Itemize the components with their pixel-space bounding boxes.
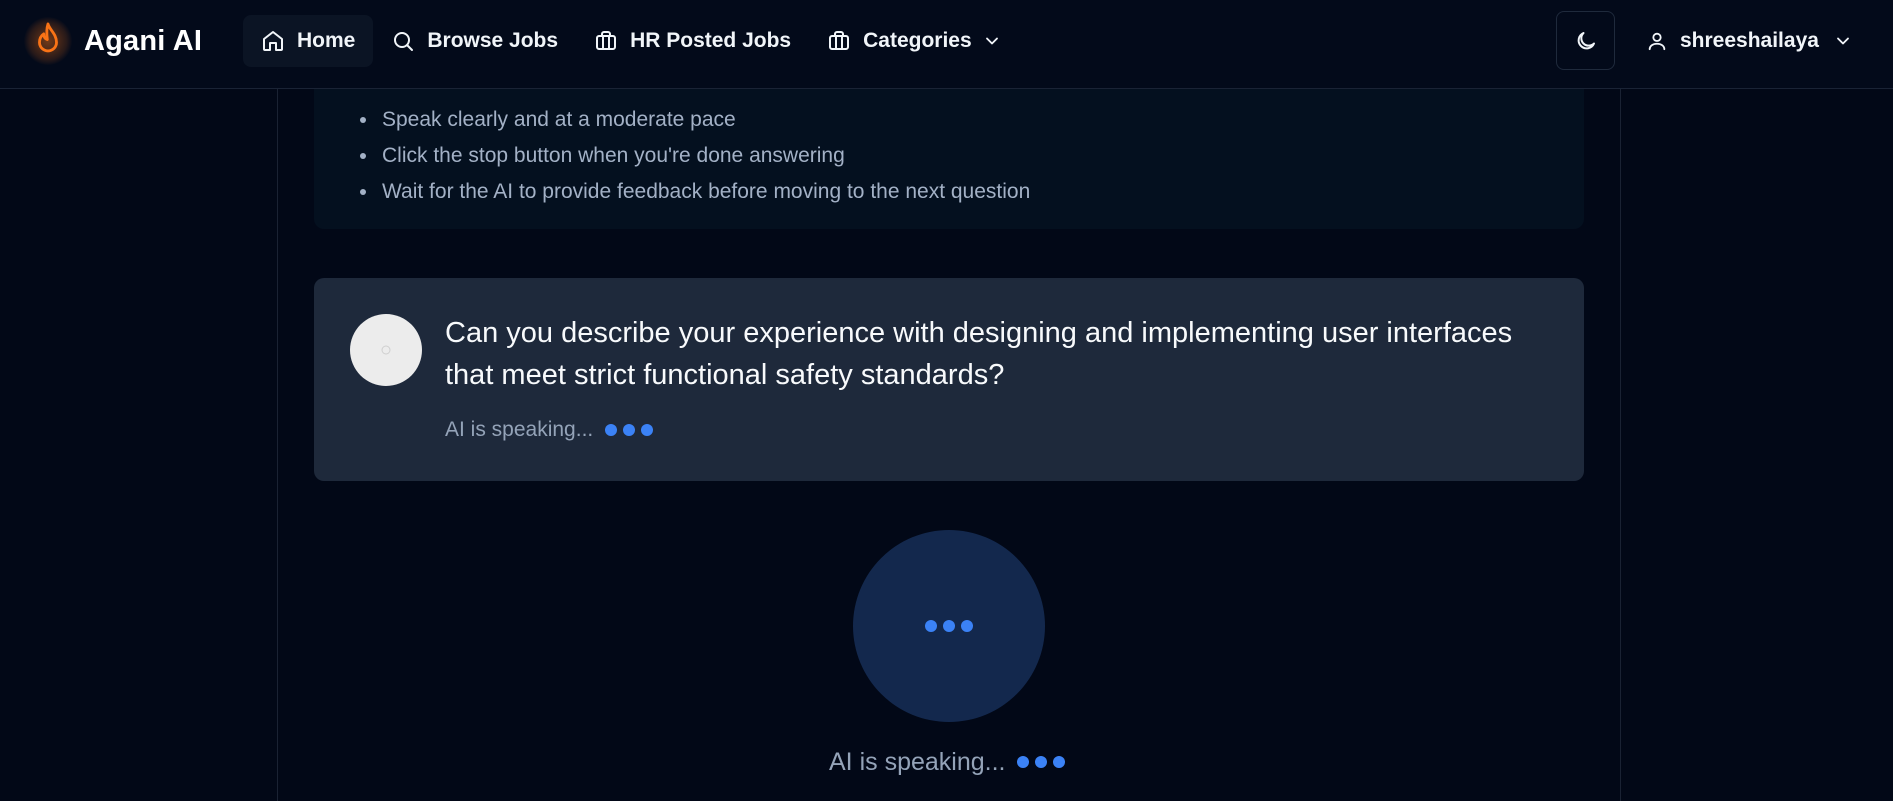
nav-home[interactable]: Home [243,15,374,67]
chevron-down-icon [1837,37,1849,45]
top-navbar: Agani AI Home Browse Jobs HR Posted Jobs… [0,0,1893,89]
moon-icon [1577,31,1595,49]
ai-speaking-indicator [853,530,1045,722]
ai-avatar [350,314,422,386]
briefcase-icon [829,31,850,50]
briefcase-icon [596,31,617,50]
question-card: Can you describe your experience with de… [314,278,1584,481]
question-status: AI is speaking... [445,415,659,445]
brand-name: Agani AI [84,24,203,57]
tip-item: Speak clearly and at a moderate pace [359,102,1030,138]
chevron-down-icon [985,37,998,45]
nav-hr-posted-jobs-label: HR Posted Jobs [630,29,792,52]
ai-avatar-icon [381,345,391,355]
question-text: Can you describe your experience with de… [445,317,1513,391]
typing-dots-icon [1017,756,1071,768]
nav-categories[interactable]: Categories [809,15,1020,67]
typing-dots-icon [605,424,659,436]
user-icon [1648,32,1666,51]
theme-toggle-button[interactable] [1556,11,1615,70]
tip-item: Wait for the AI to provide feedback befo… [359,174,1030,210]
flame-logo-icon [24,17,72,65]
home-icon [263,31,283,51]
nav-browse-jobs[interactable]: Browse Jobs [373,15,576,67]
nav-browse-jobs-label: Browse Jobs [427,29,559,52]
tip-item: Click the stop button when you're done a… [359,138,1030,174]
speaking-status-label: AI is speaking... [829,747,1006,776]
nav-links: Home Browse Jobs HR Posted Jobs Categori… [243,15,1020,67]
search-icon [394,32,414,51]
typing-dots-icon [922,620,976,632]
nav-hr-posted-jobs[interactable]: HR Posted Jobs [576,15,809,67]
user-menu[interactable]: shreeshailaya [1646,15,1853,67]
nav-categories-label: Categories [863,29,972,52]
speaking-status: AI is speaking... [829,747,1071,777]
question-status-label: AI is speaking... [445,418,594,441]
brand[interactable]: Agani AI [24,16,202,66]
nav-home-label: Home [297,29,356,52]
user-name: shreeshailaya [1680,29,1819,52]
